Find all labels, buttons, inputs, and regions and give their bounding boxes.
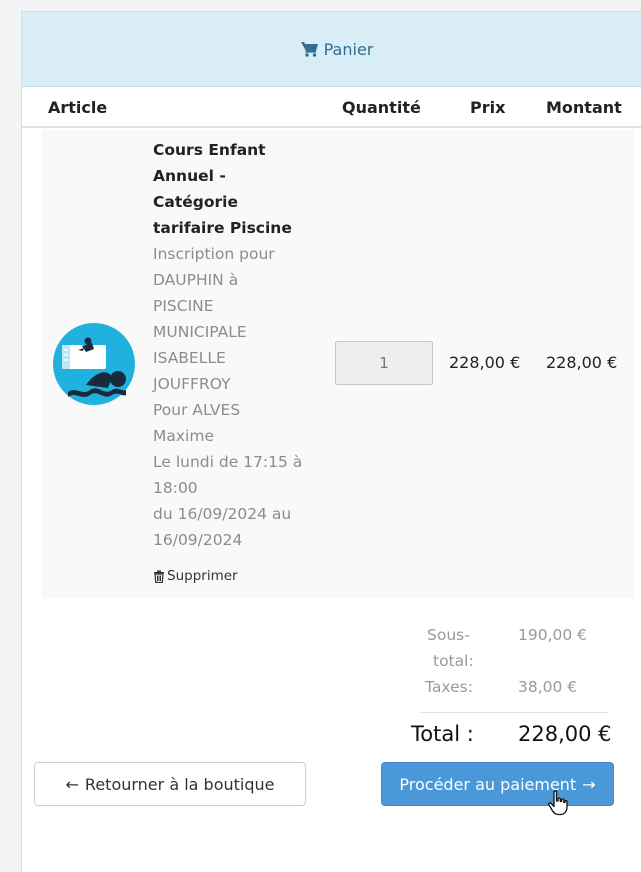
hand-cursor-icon xyxy=(547,790,569,820)
item-detail-line: 16/09/2024 xyxy=(153,531,243,549)
item-detail-line: Pour ALVES xyxy=(153,401,241,419)
item-detail-line: PISCINE xyxy=(153,297,214,315)
back-button-label: Retourner à la boutique xyxy=(84,774,275,794)
totals-divider xyxy=(420,712,608,713)
item-name-line: tarifaire Piscine xyxy=(153,219,292,237)
total-value: 228,00 € xyxy=(518,722,612,746)
column-prix: Prix xyxy=(470,98,506,117)
delete-item-link[interactable]: Supprimer xyxy=(153,568,238,584)
quantity-input[interactable] xyxy=(335,341,433,385)
subtotal-label-cont: total: xyxy=(433,652,474,670)
tax-label: Taxes: xyxy=(425,678,473,696)
item-name-line: Cours Enfant xyxy=(153,141,266,159)
panel-title: Panier xyxy=(323,39,374,59)
item-detail-line: DAUPHIN à xyxy=(153,271,239,289)
back-to-shop-button[interactable]: ← Retourner à la boutique xyxy=(34,762,306,806)
panel-header: Panier xyxy=(22,12,641,87)
trash-icon xyxy=(153,570,165,583)
item-detail-line: ISABELLE xyxy=(153,349,226,367)
arrow-left-icon: ← xyxy=(65,774,79,794)
cart-icon xyxy=(300,41,319,57)
item-name-line: Annuel - xyxy=(153,167,226,185)
item-detail-line: JOUFFROY xyxy=(153,375,231,393)
item-amount: 228,00 € xyxy=(546,353,618,372)
total-label: Total : xyxy=(411,722,474,746)
subtotal-value: 190,00 € xyxy=(518,626,588,644)
subtotal-label: Sous- xyxy=(427,626,470,644)
item-detail-line: Inscription pour xyxy=(153,245,275,263)
item-price: 228,00 € xyxy=(449,353,521,372)
item-name-line: Catégorie xyxy=(153,193,238,211)
item-detail-line: Maxime xyxy=(153,427,214,445)
item-description: Cours Enfant Annuel - Catégorie tarifair… xyxy=(153,137,323,553)
swimmer-icon xyxy=(52,322,136,406)
item-detail-line: du 16/09/2024 au xyxy=(153,505,292,523)
proceed-payment-button[interactable]: Procéder au paiement → xyxy=(381,762,614,806)
column-montant: Montant xyxy=(546,98,622,117)
cart-panel: Panier Article Quantité Prix Montant Cou… xyxy=(21,11,641,872)
arrow-right-icon: → xyxy=(582,774,596,794)
column-quantite: Quantité xyxy=(342,98,421,117)
item-detail-line: Le lundi de 17:15 à xyxy=(153,453,303,471)
column-article: Article xyxy=(48,98,108,117)
item-detail-line: 18:00 xyxy=(153,479,198,497)
delete-label: Supprimer xyxy=(167,568,238,584)
table-header: Article Quantité Prix Montant xyxy=(22,96,641,128)
tax-value: 38,00 € xyxy=(518,678,578,696)
item-detail-line: MUNICIPALE xyxy=(153,323,247,341)
